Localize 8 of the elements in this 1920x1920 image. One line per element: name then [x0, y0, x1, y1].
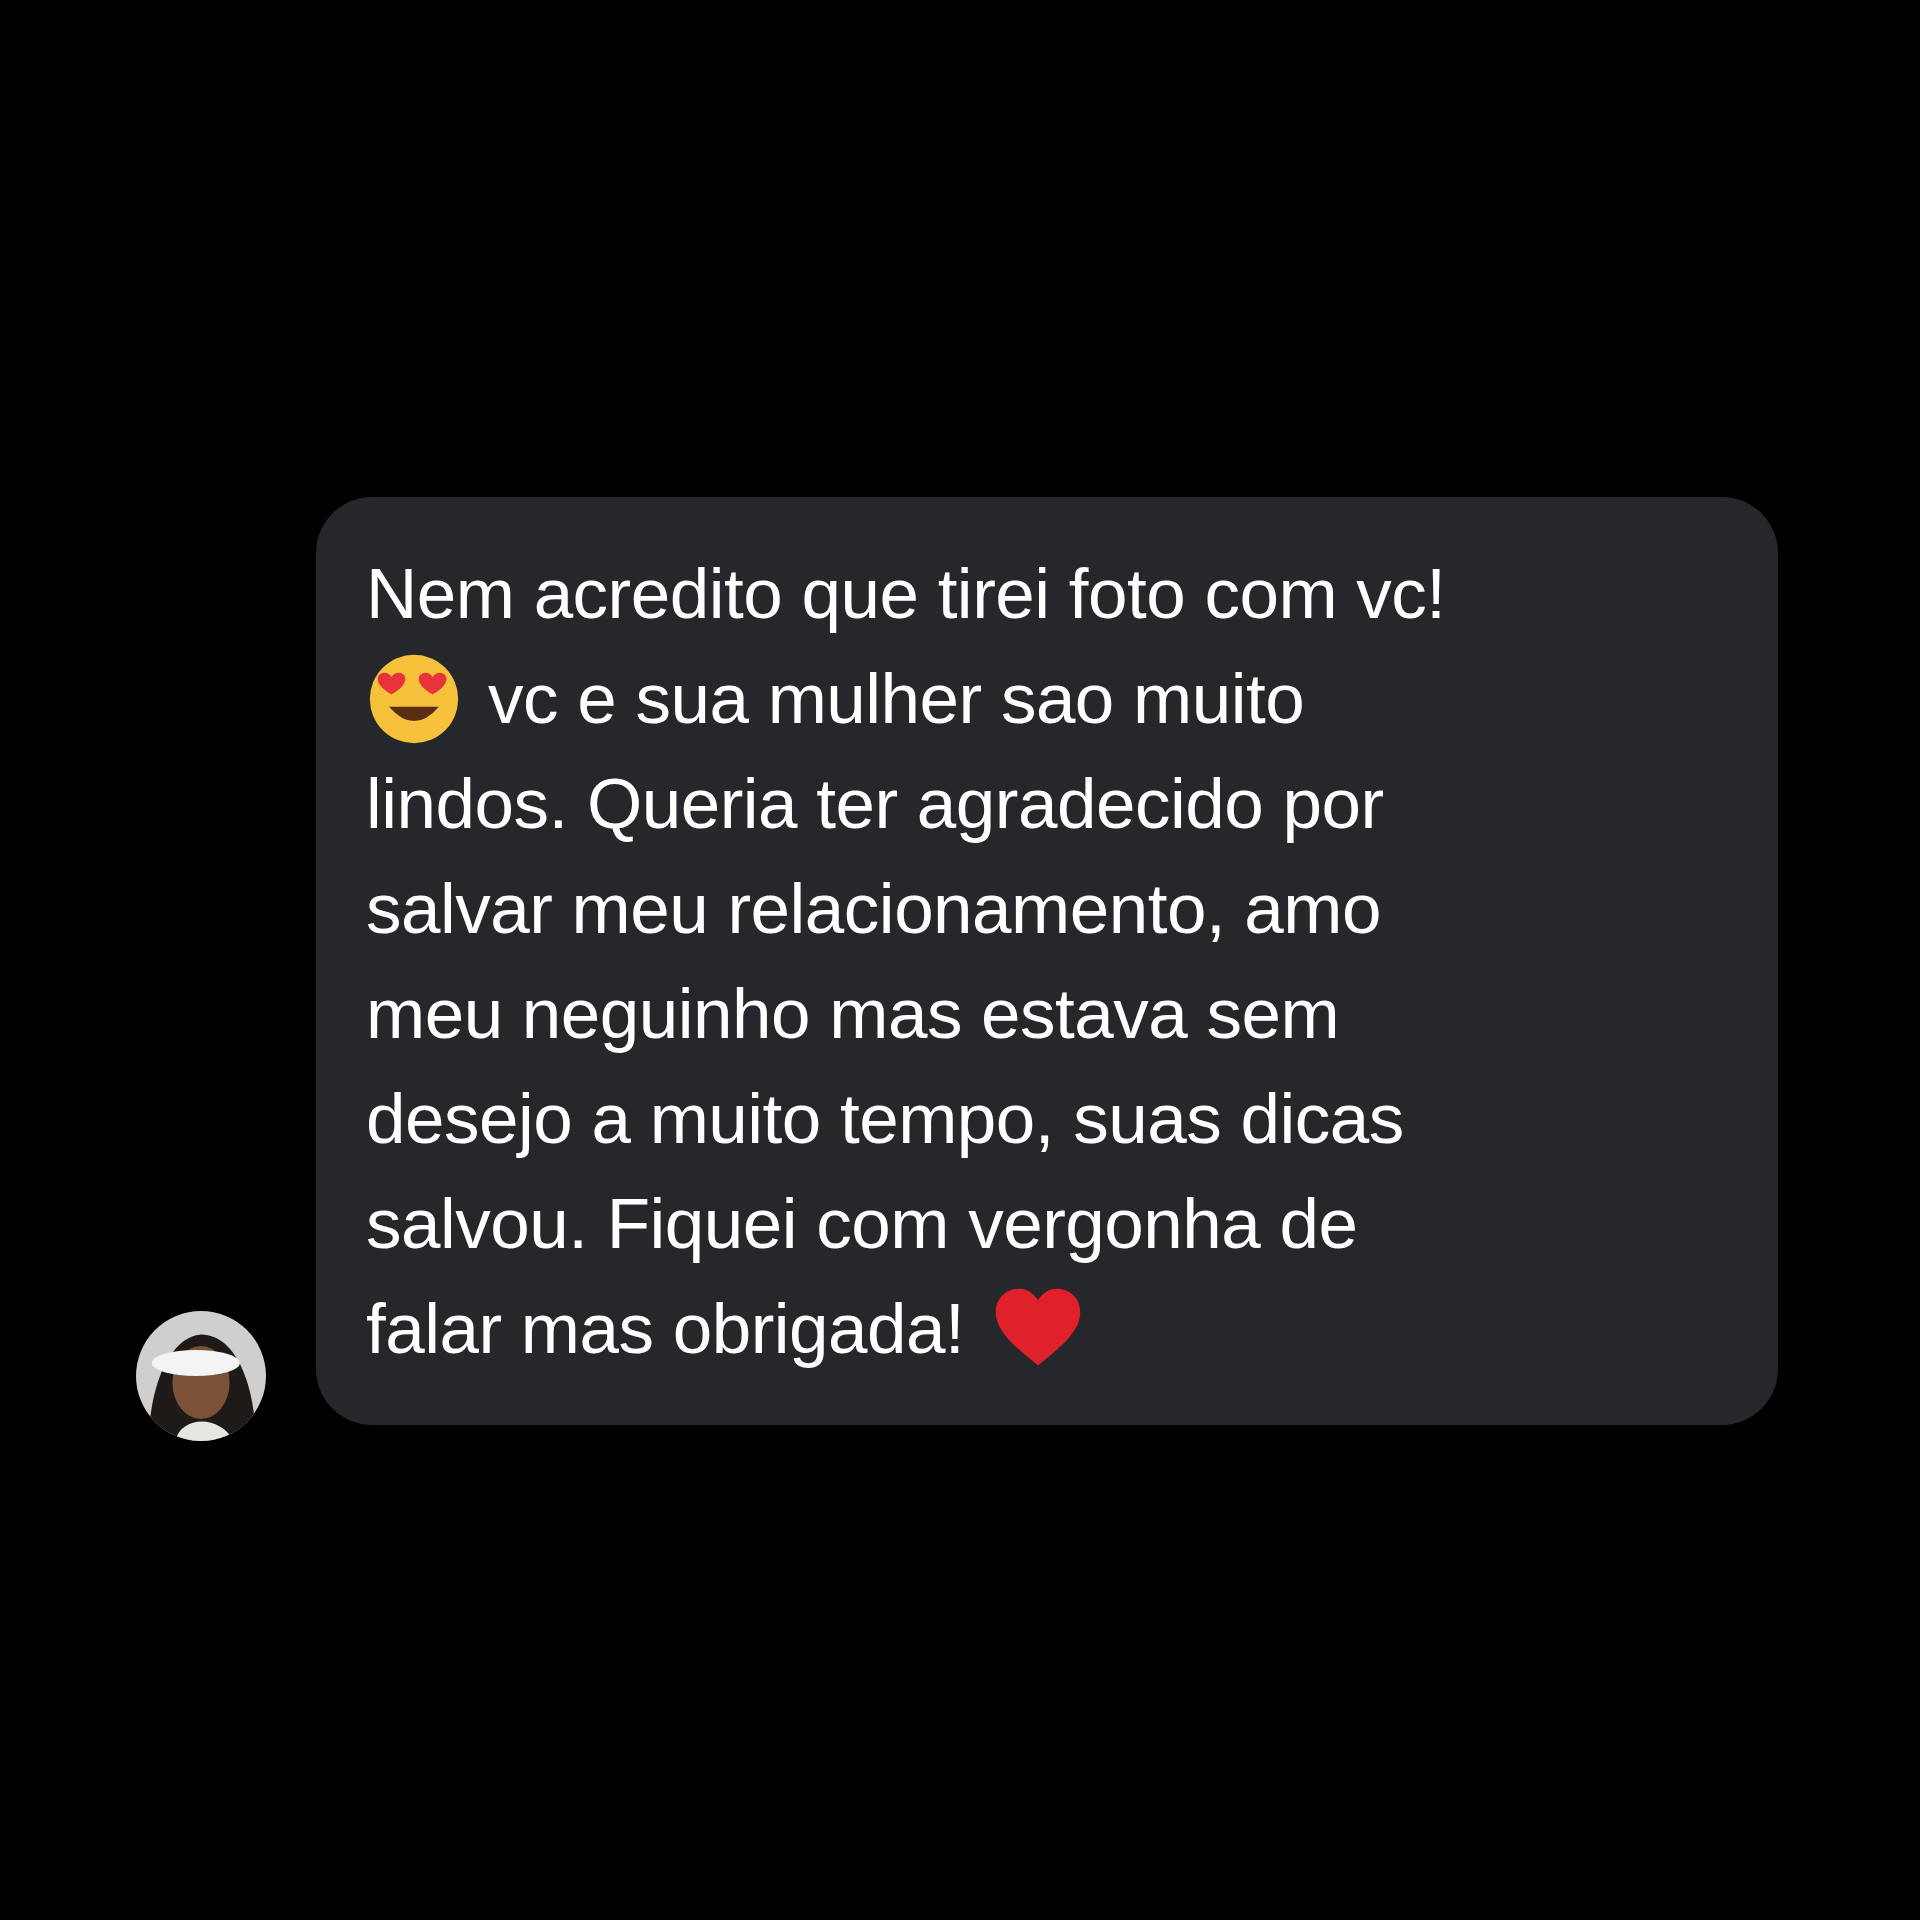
message-text: Nem acredito que tirei foto com vc! — [366, 553, 1446, 634]
message-text: salvar meu relacionamento, amo — [366, 868, 1381, 949]
message-text: lindos. Queria ter agradecido por — [366, 763, 1384, 844]
message-text: desejo a muito tempo, suas dicas — [366, 1078, 1404, 1159]
message-text: falar mas obrigada! — [366, 1288, 965, 1369]
message-text: salvou. Fiquei com vergonha de — [366, 1183, 1358, 1264]
message-text: meu neguinho mas estava sem — [366, 973, 1340, 1054]
message-text: vc e sua mulher sao muito — [488, 658, 1305, 739]
